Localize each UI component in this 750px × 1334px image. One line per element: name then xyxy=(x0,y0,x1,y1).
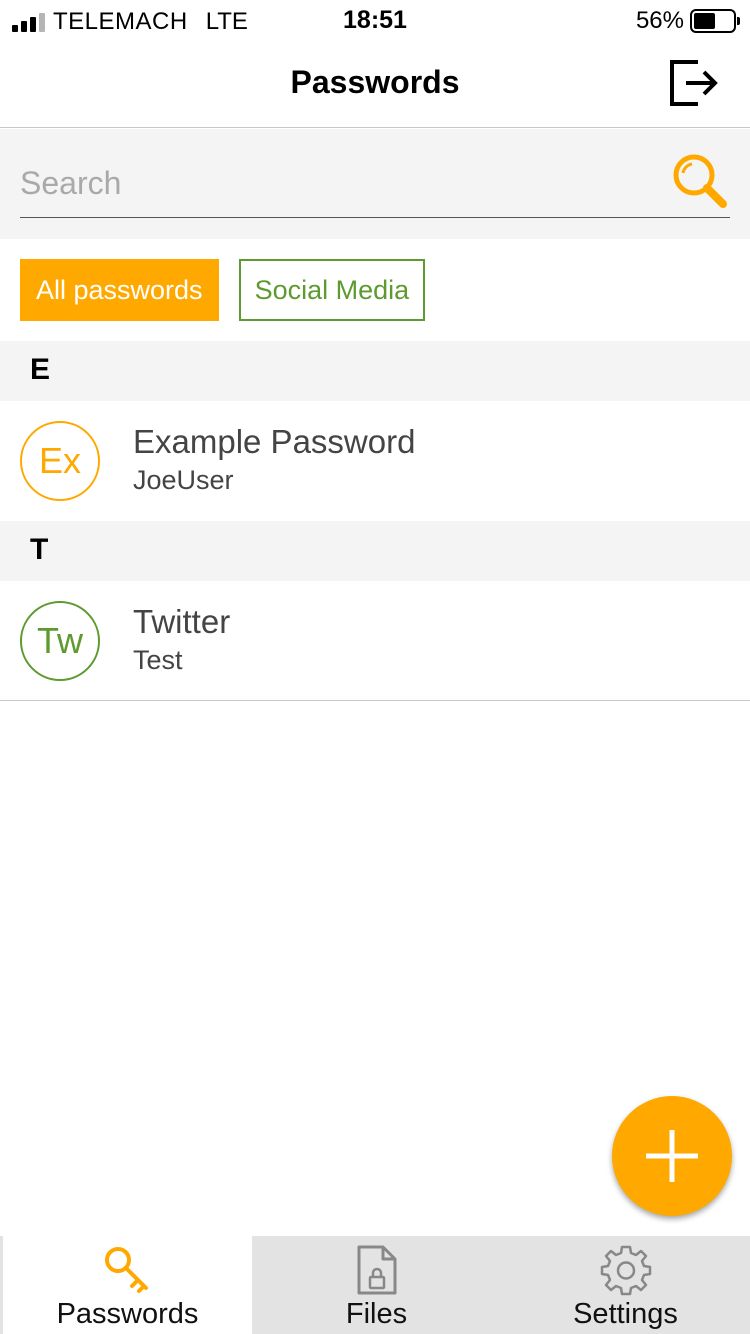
tab-settings[interactable]: Settings xyxy=(501,1236,750,1334)
tab-label: Settings xyxy=(573,1298,678,1330)
plus-icon xyxy=(646,1130,698,1182)
key-icon xyxy=(104,1247,148,1293)
logout-icon xyxy=(670,60,718,106)
filter-chips: All passwords Social Media xyxy=(20,259,426,321)
search-underline xyxy=(20,217,730,218)
search-bar xyxy=(0,129,750,239)
search-input[interactable] xyxy=(20,151,660,215)
avatar: Ex xyxy=(20,421,100,501)
battery-fill xyxy=(694,13,716,29)
list-divider xyxy=(0,700,750,701)
item-title: Twitter xyxy=(133,603,231,640)
status-bar: TELEMACH LTE 18:51 56% xyxy=(0,0,750,40)
battery-icon xyxy=(690,9,740,33)
item-title: Example Password xyxy=(133,423,416,460)
tab-bar: Passwords Files Settings xyxy=(0,1236,750,1334)
item-username: Test xyxy=(133,645,183,675)
section-letter: T xyxy=(30,533,49,566)
filter-all-passwords[interactable]: All passwords xyxy=(20,259,219,321)
item-username: JoeUser xyxy=(133,465,234,495)
avatar: Tw xyxy=(20,601,100,681)
password-item-example[interactable]: Ex Example Password JoeUser xyxy=(0,401,750,521)
nav-header: Passwords xyxy=(0,40,750,128)
filter-social-media[interactable]: Social Media xyxy=(238,259,426,321)
file-lock-icon xyxy=(357,1245,396,1295)
password-item-twitter[interactable]: Tw Twitter Test xyxy=(0,581,750,701)
tab-label: Files xyxy=(345,1298,408,1330)
tab-files[interactable]: Files xyxy=(252,1236,501,1334)
page-title: Passwords xyxy=(290,64,460,100)
battery-percent: 56% xyxy=(635,7,684,34)
section-letter: E xyxy=(30,353,51,386)
tab-passwords[interactable]: Passwords xyxy=(0,1236,252,1334)
tab-label: Passwords xyxy=(56,1298,199,1330)
gear-icon xyxy=(600,1245,651,1296)
add-password-button[interactable] xyxy=(612,1096,732,1216)
logout-button[interactable] xyxy=(668,58,720,108)
search-icon[interactable] xyxy=(670,151,730,211)
section-header-t: T xyxy=(0,521,750,581)
section-header-e: E xyxy=(0,341,750,401)
status-right: 56% xyxy=(635,7,740,35)
